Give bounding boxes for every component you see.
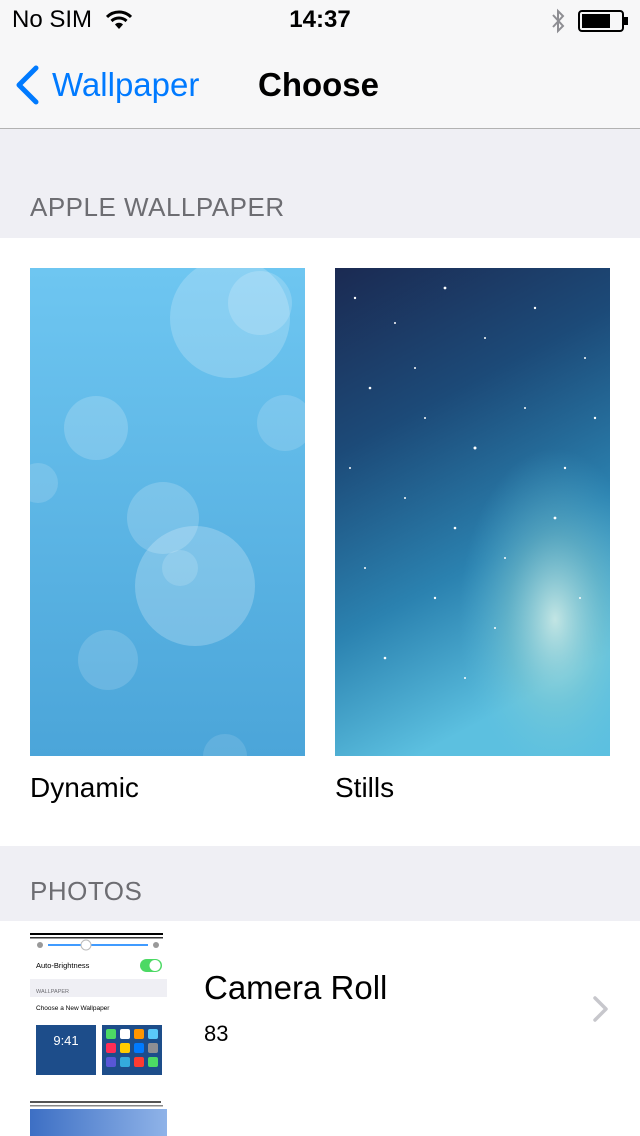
section-header-apple-wallpaper: APPLE WALLPAPER	[30, 192, 285, 222]
wallpaper-tile-dynamic[interactable]: Dynamic	[30, 268, 305, 804]
wallpaper-tile-stills[interactable]: Stills	[335, 268, 610, 804]
status-bar: No SIM 14:37	[0, 0, 640, 40]
chevron-left-icon	[16, 65, 39, 105]
wallpaper-label-stills: Stills	[335, 772, 395, 803]
back-button-label: Wallpaper	[52, 66, 200, 103]
stills-wallpaper-thumbnail	[335, 268, 610, 756]
album-row-camera-roll[interactable]: Auto-Brightness WALLPAPER Choose a New W…	[0, 921, 640, 1091]
camera-roll-thumbnail: Auto-Brightness WALLPAPER Choose a New W…	[30, 931, 167, 1077]
bluetooth-icon	[552, 8, 565, 34]
section-header-photos: PHOTOS	[30, 876, 143, 906]
album-title: Camera Roll	[204, 969, 388, 1006]
page-title: Choose	[258, 66, 380, 103]
thumb-auto-brightness: Auto-Brightness	[36, 961, 90, 970]
wallpaper-panel: Dynamic Stills	[0, 238, 640, 846]
photos-panel: Auto-Brightness WALLPAPER Choose a New W…	[0, 921, 640, 1136]
wallpaper-label-dynamic: Dynamic	[30, 772, 139, 803]
dynamic-wallpaper-thumbnail	[30, 268, 305, 756]
chevron-right-icon	[593, 996, 608, 1022]
thumb-wallpaper-header: WALLPAPER	[36, 989, 69, 995]
back-button[interactable]: Wallpaper	[14, 64, 199, 106]
thumb-choose-new: Choose a New Wallpaper	[36, 1005, 110, 1012]
album-thumbnail-partial	[30, 1101, 167, 1136]
battery-icon	[578, 10, 628, 32]
album-count: 83	[204, 1021, 229, 1046]
nav-bar: Wallpaper Choose	[0, 40, 640, 129]
status-time: 14:37	[289, 6, 351, 33]
thumb-clock: 9:41	[53, 1033, 78, 1048]
